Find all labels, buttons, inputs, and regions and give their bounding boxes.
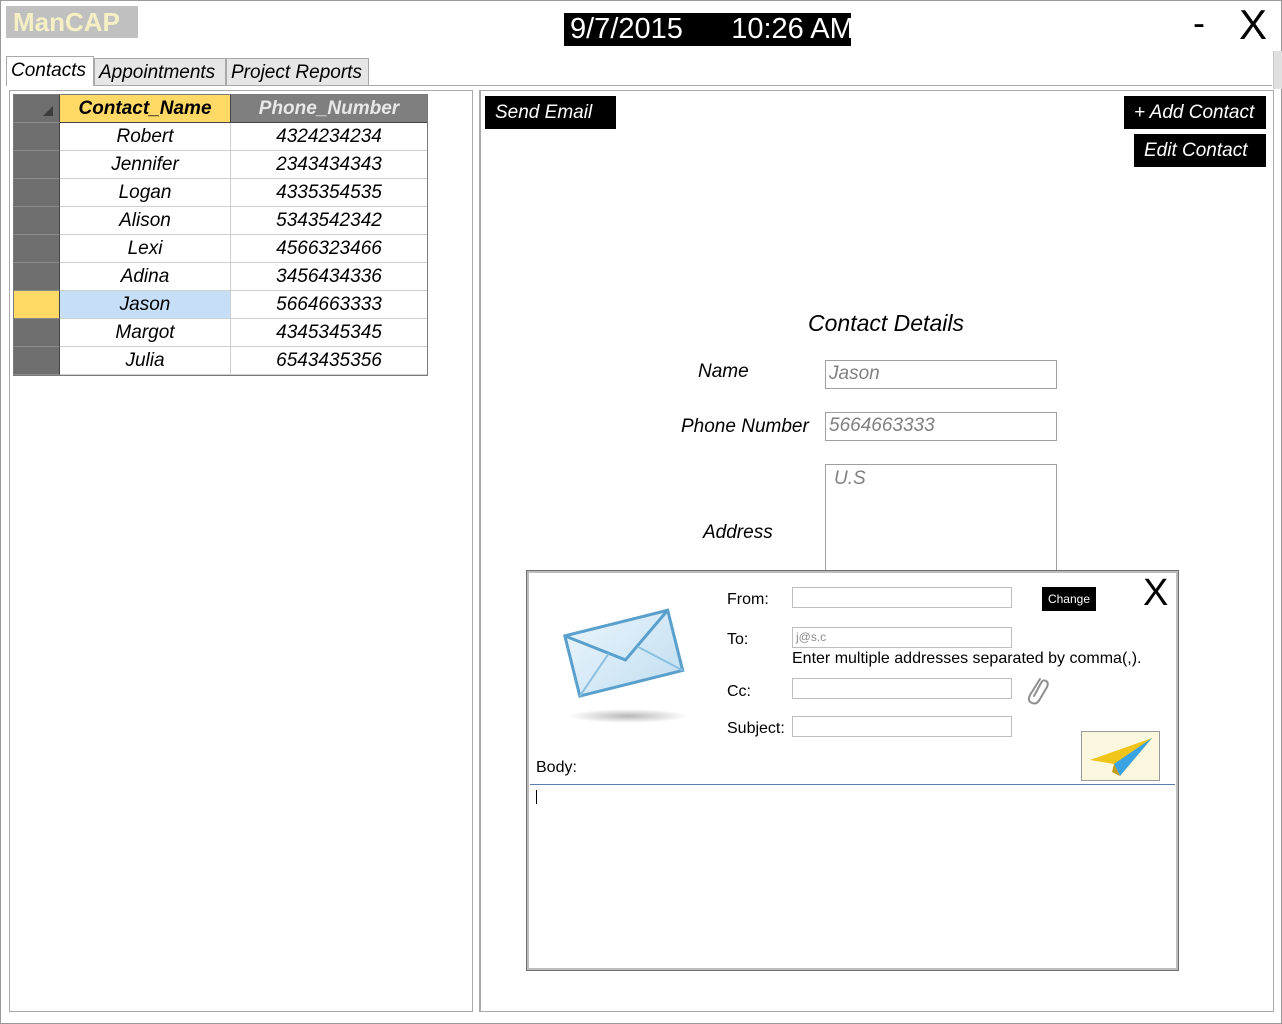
to-hint-text: Enter multiple addresses separated by co… <box>792 650 1142 667</box>
contact-name-cell[interactable]: Jennifer <box>60 151 231 179</box>
row-selector[interactable] <box>14 235 60 263</box>
to-label: To: <box>727 631 749 648</box>
app-logo: ManCAP <box>6 6 138 38</box>
table-row[interactable]: Alison 5343542342 <box>14 207 427 235</box>
date-time-display: 9/7/2015 10:26 AM <box>564 13 854 46</box>
from-label: From: <box>727 591 769 608</box>
row-selector[interactable] <box>14 151 60 179</box>
row-selector[interactable] <box>14 179 60 207</box>
phone-number-cell[interactable]: 3456434336 <box>231 263 427 291</box>
close-app-button[interactable]: X <box>1239 3 1267 47</box>
dialog-close-button[interactable]: X <box>1143 571 1168 615</box>
phone-number-cell[interactable]: 4566323466 <box>231 235 427 263</box>
contact-details-title: Contact Details <box>808 310 964 336</box>
contact-name-cell[interactable]: Margot <box>60 319 231 347</box>
body-label: Body: <box>536 759 577 776</box>
phone-number-label: Phone Number <box>681 416 809 437</box>
add-contact-button[interactable]: + Add Contact <box>1124 96 1266 129</box>
send-email-button[interactable]: Send Email <box>485 96 616 129</box>
phone-number-cell[interactable]: 6543435356 <box>231 347 427 375</box>
column-header-phone-number[interactable]: Phone_Number <box>231 95 427 123</box>
contact-name-cell[interactable]: Julia <box>60 347 231 375</box>
tab-divider <box>6 85 1272 86</box>
select-all-corner[interactable] <box>14 95 60 123</box>
to-field[interactable]: j@s.c <box>792 627 1012 648</box>
scrollbar[interactable] <box>1273 51 1282 89</box>
row-selector[interactable] <box>14 319 60 347</box>
table-row[interactable]: Julia 6543435356 <box>14 347 427 375</box>
grid-header-row: Contact_Name Phone_Number <box>14 95 427 123</box>
contact-name-cell[interactable]: Adina <box>60 263 231 291</box>
contact-name-cell[interactable]: Logan <box>60 179 231 207</box>
name-field[interactable]: Jason <box>825 360 1057 389</box>
table-row[interactable]: Robert 4324234234 <box>14 123 427 151</box>
tab-contacts[interactable]: Contacts <box>6 56 94 86</box>
edit-contact-button[interactable]: Edit Contact <box>1134 134 1266 167</box>
phone-number-cell[interactable]: 4345345345 <box>231 319 427 347</box>
row-selector[interactable] <box>14 291 60 319</box>
row-selector[interactable] <box>14 207 60 235</box>
name-label: Name <box>698 361 749 382</box>
table-row[interactable]: Adina 3456434336 <box>14 263 427 291</box>
phone-number-cell[interactable]: 4335354535 <box>231 179 427 207</box>
tab-appointments[interactable]: Appointments <box>94 58 226 85</box>
text-caret <box>536 790 537 804</box>
row-selector[interactable] <box>14 123 60 151</box>
phone-number-cell[interactable]: 4324234234 <box>231 123 427 151</box>
address-label: Address <box>703 522 773 543</box>
row-selector[interactable] <box>14 347 60 375</box>
phone-number-field[interactable]: 5664663333 <box>825 412 1057 441</box>
phone-number-cell[interactable]: 2343434343 <box>231 151 427 179</box>
table-row[interactable]: Jason 5664663333 <box>14 291 427 319</box>
table-row[interactable]: Jennifer 2343434343 <box>14 151 427 179</box>
tab-project-reports[interactable]: Project Reports <box>226 58 369 85</box>
date-text: 9/7/2015 <box>570 13 683 45</box>
envelope-icon <box>563 608 688 723</box>
subject-label: Subject: <box>727 720 785 737</box>
cc-field[interactable] <box>792 678 1012 699</box>
phone-number-cell[interactable]: 5343542342 <box>231 207 427 235</box>
contacts-grid: Contact_Name Phone_Number Robert 43242342… <box>13 94 428 376</box>
subject-field[interactable] <box>792 716 1012 737</box>
paper-plane-icon <box>1090 738 1152 776</box>
contact-name-cell[interactable]: Lexi <box>60 235 231 263</box>
contact-name-cell[interactable]: Jason <box>60 291 231 319</box>
table-row[interactable]: Lexi 4566323466 <box>14 235 427 263</box>
from-field[interactable] <box>792 587 1012 608</box>
table-row[interactable]: Logan 4335354535 <box>14 179 427 207</box>
cc-label: Cc: <box>727 683 751 700</box>
grid-body: Robert 4324234234 Jennifer 2343434343 Logan 4… <box>14 123 427 375</box>
table-row[interactable]: Margot 4345345345 <box>14 319 427 347</box>
minimize-button[interactable]: - <box>1193 3 1205 43</box>
phone-number-cell[interactable]: 5664663333 <box>231 291 427 319</box>
change-button[interactable]: Change <box>1042 587 1096 611</box>
column-header-contact-name[interactable]: Contact_Name <box>60 95 231 123</box>
paperclip-icon[interactable] <box>1022 675 1050 707</box>
address-field[interactable]: U.S <box>825 464 1057 574</box>
row-selector[interactable] <box>14 263 60 291</box>
contact-name-cell[interactable]: Alison <box>60 207 231 235</box>
send-button[interactable] <box>1081 731 1160 781</box>
body-textarea[interactable] <box>530 784 1175 968</box>
contact-name-cell[interactable]: Robert <box>60 123 231 151</box>
time-text: 10:26 AM <box>731 13 854 45</box>
